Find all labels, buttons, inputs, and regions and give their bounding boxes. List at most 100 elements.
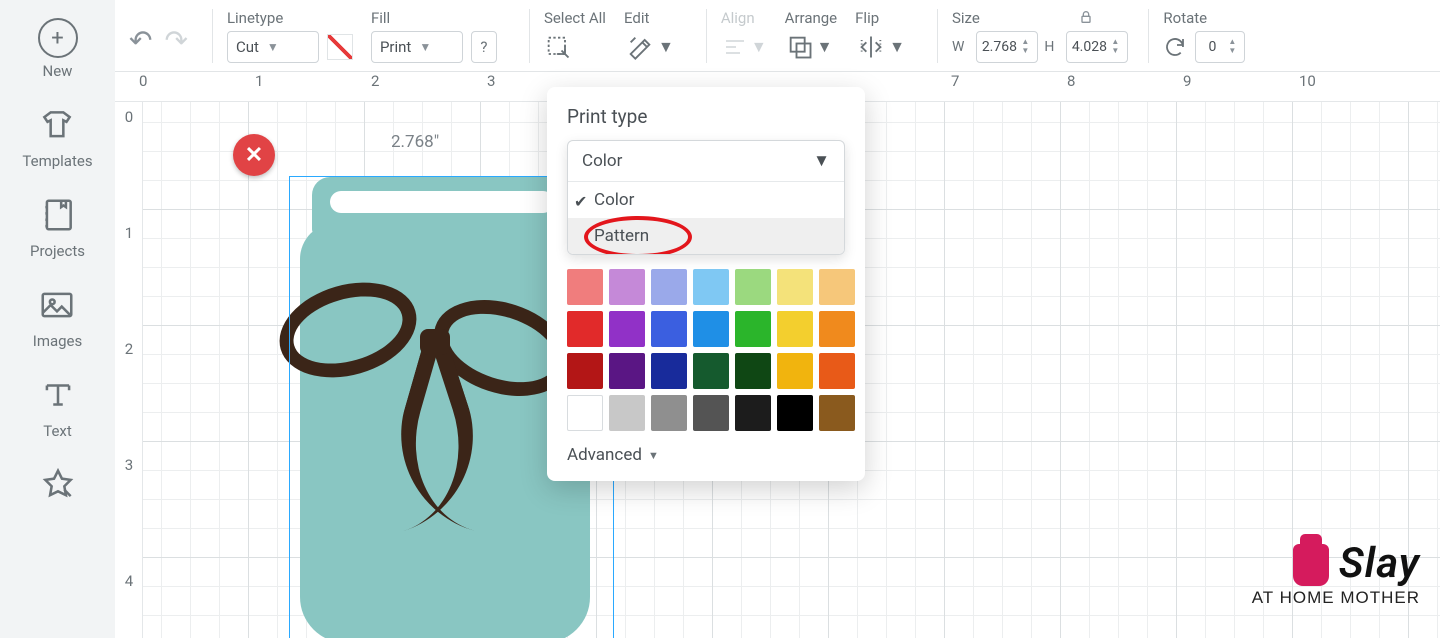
- color-swatch[interactable]: [735, 311, 771, 347]
- color-swatch[interactable]: [819, 269, 855, 305]
- color-swatch[interactable]: [819, 311, 855, 347]
- arrange-group: Arrange ▼: [785, 9, 837, 63]
- color-swatch[interactable]: [693, 311, 729, 347]
- align-button: ▼: [721, 31, 767, 63]
- fill-select[interactable]: Print ▼: [371, 31, 463, 63]
- rotate-label: Rotate: [1163, 9, 1245, 27]
- fill-help-button[interactable]: ?: [471, 31, 497, 63]
- color-swatch[interactable]: [777, 395, 813, 431]
- color-swatch[interactable]: [819, 395, 855, 431]
- bow-knot: [420, 329, 450, 355]
- color-swatch[interactable]: [651, 353, 687, 389]
- plus-icon: +: [38, 18, 78, 58]
- color-swatch[interactable]: [567, 353, 603, 389]
- height-label: H: [1044, 39, 1054, 55]
- edit-label: Edit: [624, 9, 674, 27]
- sidebar-label: Templates: [22, 152, 92, 170]
- color-swatch[interactable]: [609, 395, 645, 431]
- sidebar-item-text[interactable]: Text: [39, 376, 77, 440]
- print-type-dropdown: Color ▼ ✔ Color Pattern: [567, 140, 845, 255]
- dropdown-selected[interactable]: Color ▼: [568, 141, 844, 182]
- print-type-popover: Print type Color ▼ ✔ Color Pattern Advan…: [547, 87, 865, 481]
- notebook-icon: [39, 196, 77, 238]
- edit-group: Edit ▼: [624, 9, 674, 63]
- flip-button[interactable]: ▼: [855, 31, 905, 63]
- width-label: W: [952, 39, 964, 55]
- sidebar-item-images[interactable]: Images: [33, 286, 83, 350]
- rotate-button[interactable]: [1163, 31, 1187, 63]
- divider: [1148, 9, 1149, 63]
- color-swatch[interactable]: [819, 353, 855, 389]
- divider: [706, 9, 707, 63]
- left-sidebar: + New Templates Projects Images Text: [0, 0, 115, 638]
- caret-down-icon: ▼: [267, 40, 279, 54]
- apron-icon: [1287, 534, 1335, 588]
- color-swatch[interactable]: [693, 269, 729, 305]
- color-swatch[interactable]: [735, 395, 771, 431]
- sidebar-label: New: [43, 62, 73, 80]
- advanced-toggle[interactable]: Advanced ▼: [567, 445, 845, 465]
- color-swatch[interactable]: [567, 395, 603, 431]
- sidebar-label: Images: [33, 332, 83, 350]
- sidebar-item-shapes[interactable]: [39, 466, 77, 508]
- color-swatch[interactable]: [609, 311, 645, 347]
- flip-label: Flip: [855, 9, 905, 27]
- color-swatch[interactable]: [651, 395, 687, 431]
- select-all-button[interactable]: [544, 31, 572, 63]
- caret-down-icon: ▼: [658, 37, 674, 57]
- redo-button[interactable]: ↷: [164, 24, 187, 57]
- sidebar-item-templates[interactable]: Templates: [22, 106, 92, 170]
- color-swatch[interactable]: [693, 395, 729, 431]
- tshirt-icon: [38, 106, 76, 148]
- color-swatch[interactable]: [567, 269, 603, 305]
- width-field[interactable]: [977, 39, 1021, 55]
- option-pattern[interactable]: Pattern: [568, 218, 844, 254]
- sidebar-item-projects[interactable]: Projects: [30, 196, 85, 260]
- vertical-ruler: 0 1 2 3 4: [115, 102, 143, 638]
- fill-group: Fill Print ▼ ?: [371, 9, 497, 63]
- width-stepper[interactable]: ▲▼: [1021, 38, 1033, 56]
- align-label: Align: [721, 9, 767, 27]
- color-swatch[interactable]: [609, 353, 645, 389]
- caret-down-icon: ▼: [419, 40, 431, 54]
- arrange-button[interactable]: ▼: [785, 31, 833, 63]
- color-swatch[interactable]: [777, 269, 813, 305]
- color-swatch[interactable]: [777, 311, 813, 347]
- arrange-label: Arrange: [785, 9, 837, 27]
- sidebar-label: Projects: [30, 242, 85, 260]
- sidebar-item-new[interactable]: + New: [38, 18, 78, 80]
- undo-button[interactable]: ↶: [129, 24, 152, 57]
- caret-down-icon: ▼: [751, 37, 767, 57]
- delete-selection-button[interactable]: ✕: [233, 134, 275, 176]
- width-input[interactable]: ▲▼: [976, 31, 1038, 63]
- rotate-field[interactable]: [1196, 39, 1228, 55]
- color-swatch[interactable]: [777, 353, 813, 389]
- fill-label: Fill: [371, 9, 497, 27]
- option-color[interactable]: ✔ Color: [568, 182, 844, 218]
- divider: [529, 9, 530, 63]
- color-swatch[interactable]: [735, 353, 771, 389]
- height-stepper[interactable]: ▲▼: [1111, 38, 1123, 56]
- color-swatch[interactable]: [651, 311, 687, 347]
- linetype-group: Linetype Cut ▼: [227, 9, 353, 63]
- color-swatch[interactable]: [651, 269, 687, 305]
- rotate-stepper[interactable]: ▲▼: [1228, 38, 1240, 56]
- fill-value: Print: [380, 38, 411, 56]
- height-field[interactable]: [1067, 39, 1111, 55]
- edit-button[interactable]: ▼: [624, 31, 674, 63]
- color-swatch[interactable]: [735, 269, 771, 305]
- jar-lid-opening: [330, 191, 554, 213]
- rotate-input[interactable]: ▲▼: [1195, 31, 1245, 63]
- caret-down-icon: ▼: [813, 151, 830, 171]
- height-input[interactable]: ▲▼: [1066, 31, 1128, 63]
- linetype-select[interactable]: Cut ▼: [227, 31, 319, 63]
- align-group: Align ▼: [721, 9, 767, 63]
- rotate-group: Rotate ▲▼: [1163, 9, 1245, 63]
- linetype-color-swatch[interactable]: [327, 34, 353, 60]
- color-swatch[interactable]: [693, 353, 729, 389]
- size-group: Size W ▲▼: [952, 9, 1038, 63]
- select-all-label: Select All: [544, 9, 606, 27]
- lock-aspect-icon[interactable]: [1078, 9, 1094, 29]
- color-swatch[interactable]: [609, 269, 645, 305]
- color-swatch[interactable]: [567, 311, 603, 347]
